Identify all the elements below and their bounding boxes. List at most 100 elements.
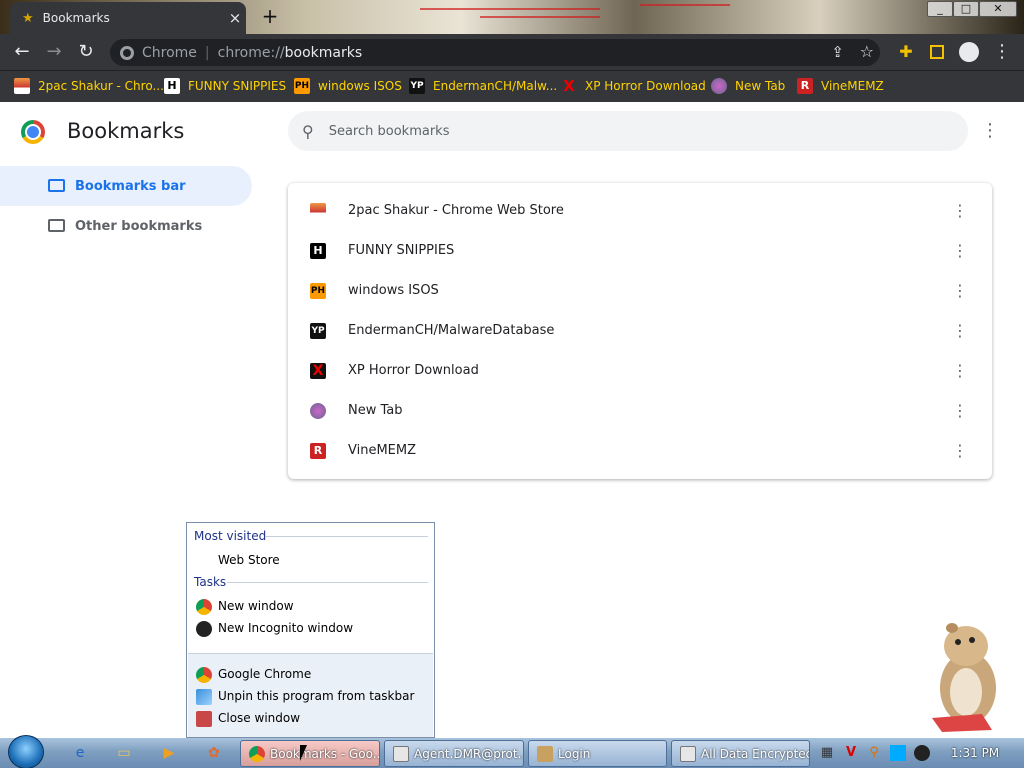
folder-icon <box>48 219 65 232</box>
jump-item-new-window[interactable]: New window <box>218 599 294 613</box>
jump-item-google-chrome[interactable]: Google Chrome <box>218 667 311 681</box>
globe-icon <box>310 403 326 419</box>
chrome-icon <box>249 745 265 762</box>
sidebar-item-label: Bookmarks bar <box>75 178 186 194</box>
url-path: bookmarks <box>284 44 363 61</box>
internet-explorer-icon[interactable]: e <box>62 741 98 765</box>
close-window-button[interactable]: ✕ <box>979 1 1017 17</box>
tray-monitor-icon[interactable] <box>890 745 906 761</box>
list-item[interactable]: X XP Horror Download ⋮ <box>288 351 992 391</box>
tray-search-icon[interactable]: ⚲ <box>866 745 882 761</box>
list-item[interactable]: R VineMEMZ ⋮ <box>288 431 992 471</box>
more-actions-icon[interactable]: ⋮ <box>948 439 972 463</box>
bookmark-list: 2pac Shakur - Chrome Web Store ⋮ H FUNNY… <box>288 183 992 479</box>
share-icon[interactable]: ⇪ <box>831 43 844 61</box>
bookmark-title[interactable]: EndermanCH/MalwareDatabase <box>348 311 554 351</box>
window-icon <box>680 745 696 762</box>
r-icon: R <box>310 443 326 459</box>
taskbar-button-all-data-encrypted[interactable]: All Data Encrypted <box>671 740 810 767</box>
forward-arrow-icon[interactable]: → <box>40 34 68 70</box>
extensions-icon[interactable]: ✚ <box>892 34 920 70</box>
bookmark-bar-item[interactable]: H FUNNY SNIPPIES <box>164 71 286 101</box>
list-item[interactable]: PH windows ISOS ⋮ <box>288 271 992 311</box>
page-menu-icon[interactable]: ⋮ <box>978 119 1002 143</box>
yp-icon: YP <box>409 78 425 94</box>
sidebar-item-other-bookmarks[interactable]: Other bookmarks <box>0 206 252 246</box>
h-icon: H <box>164 78 180 94</box>
tab-title: Bookmarks <box>42 11 110 25</box>
sidebar-item-label: Other bookmarks <box>75 218 203 234</box>
2pac-icon <box>310 203 326 219</box>
new-tab-button[interactable]: + <box>259 6 281 28</box>
bookmark-title[interactable]: 2pac Shakur - Chrome Web Store <box>348 191 564 231</box>
site-label: Chrome <box>142 44 197 61</box>
more-actions-icon[interactable]: ⋮ <box>948 279 972 303</box>
start-button[interactable] <box>8 735 44 768</box>
bookmark-title[interactable]: FUNNY SNIPPIES <box>348 231 454 271</box>
jump-list-pinned: Google Chrome Unpin this program from ta… <box>188 653 433 737</box>
explorer-folder-icon[interactable]: ▭ <box>106 741 142 765</box>
jump-item-new-incognito-window[interactable]: New Incognito window <box>218 621 353 635</box>
profile-icon[interactable] <box>955 34 983 70</box>
list-item[interactable]: YP EndermanCH/MalwareDatabase ⋮ <box>288 311 992 351</box>
bookmark-bar-item[interactable]: PH windows ISOS <box>294 71 402 101</box>
omnibox-separator: | <box>204 44 210 61</box>
back-arrow-icon[interactable]: ← <box>8 34 36 70</box>
bookmark-bar-item[interactable]: R VineMEMZ <box>797 71 884 101</box>
tray-volume-icon[interactable] <box>914 745 930 761</box>
page-title: Bookmarks <box>67 119 185 143</box>
reload-icon[interactable]: ↻ <box>72 34 100 70</box>
more-actions-icon[interactable]: ⋮ <box>948 399 972 423</box>
bookmark-star-icon[interactable]: ☆ <box>860 42 874 61</box>
bookmark-bar-item[interactable]: X XP Horror Download <box>561 71 706 101</box>
search-input[interactable]: Search bookmarks <box>329 124 450 139</box>
tray-network-icon[interactable]: ▦ <box>819 745 835 761</box>
bookmark-title[interactable]: New Tab <box>348 391 403 431</box>
tray-v-icon[interactable]: V <box>843 745 859 761</box>
bookmark-title[interactable]: windows ISOS <box>348 271 439 311</box>
url-scheme: chrome:// <box>217 44 285 61</box>
address-bar[interactable]: Chrome | chrome://bookmarks ⇪ ☆ <box>110 39 880 66</box>
bookmark-title[interactable]: XP Horror Download <box>348 351 479 391</box>
jump-item-close-window[interactable]: Close window <box>218 711 300 725</box>
chrome-icon <box>196 667 212 683</box>
chrome-icon <box>120 45 134 60</box>
paint-icon[interactable]: ✿ <box>196 741 232 765</box>
bookmark-bar-item[interactable]: 2pac Shakur - Chro... <box>14 71 164 101</box>
list-item[interactable]: New Tab ⋮ <box>288 391 992 431</box>
incognito-icon <box>196 621 212 637</box>
taskbar-button-agent[interactable]: Agent.DMR@prot... <box>384 740 524 767</box>
unpin-icon <box>196 689 212 705</box>
more-actions-icon[interactable]: ⋮ <box>948 359 972 383</box>
minimize-button[interactable]: _ <box>927 1 953 17</box>
star-icon: ★ <box>22 10 34 26</box>
jump-item-unpin[interactable]: Unpin this program from taskbar <box>218 689 414 703</box>
chrome-icon <box>196 599 212 615</box>
menu-icon[interactable]: ⋮ <box>988 34 1016 70</box>
more-actions-icon[interactable]: ⋮ <box>948 199 972 223</box>
jump-item-web-store[interactable]: Web Store <box>218 553 280 567</box>
folder-icon <box>48 179 65 192</box>
side-panel-icon[interactable] <box>923 34 951 70</box>
more-actions-icon[interactable]: ⋮ <box>948 239 972 263</box>
x-icon: X <box>310 363 326 379</box>
close-window-icon <box>196 711 212 727</box>
list-item[interactable]: H FUNNY SNIPPIES ⋮ <box>288 231 992 271</box>
bookmark-bar-item[interactable]: New Tab <box>711 71 785 101</box>
maximize-button[interactable]: □ <box>953 1 979 17</box>
bookmark-bar-item[interactable]: YP EndermanCH/Malw... <box>409 71 557 101</box>
tab-bookmarks[interactable]: ★ Bookmarks × <box>10 2 246 34</box>
most-visited-header: Most visited <box>194 529 267 543</box>
list-item[interactable]: 2pac Shakur - Chrome Web Store ⋮ <box>288 191 992 231</box>
more-actions-icon[interactable]: ⋮ <box>948 319 972 343</box>
x-icon: X <box>563 77 575 95</box>
search-field[interactable]: ⚲ Search bookmarks <box>288 111 968 151</box>
clock[interactable]: 1:31 PM <box>940 738 1010 768</box>
media-player-icon[interactable]: ▶ <box>151 741 187 765</box>
mouse-cursor-icon <box>300 745 314 761</box>
sidebar-item-bookmarks-bar[interactable]: Bookmarks bar <box>0 166 252 206</box>
close-tab-icon[interactable]: × <box>224 9 246 27</box>
taskbar-button-login[interactable]: Login <box>528 740 667 767</box>
bookmark-title[interactable]: VineMEMZ <box>348 431 416 471</box>
search-icon: ⚲ <box>302 121 314 141</box>
